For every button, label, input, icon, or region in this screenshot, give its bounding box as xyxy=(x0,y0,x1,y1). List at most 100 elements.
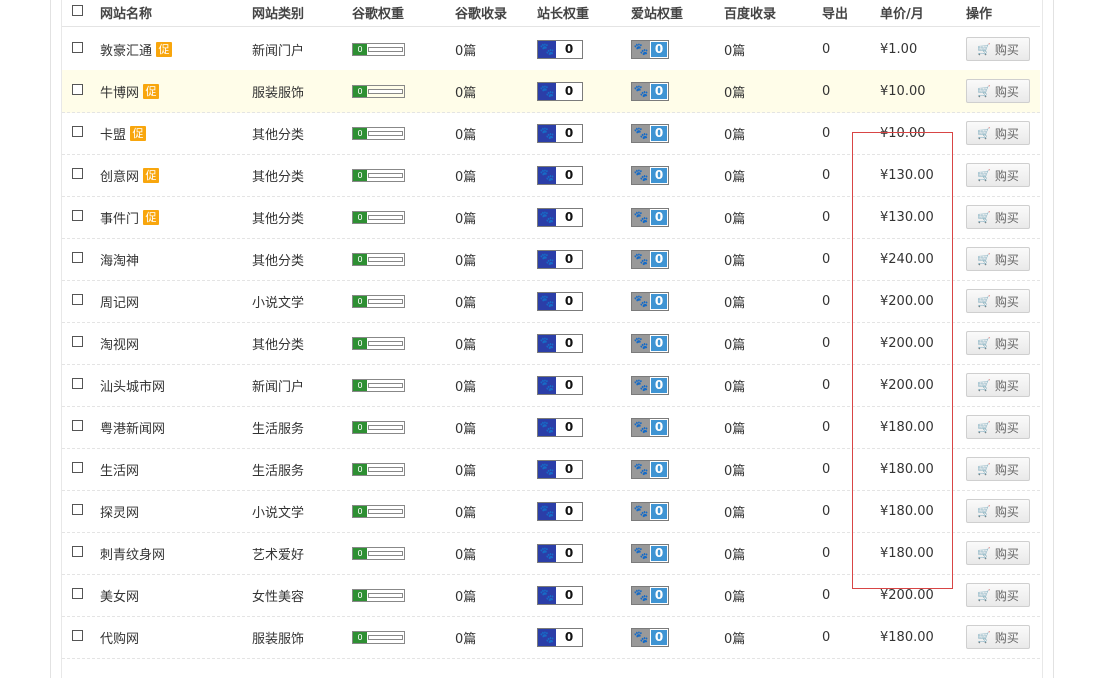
buy-button[interactable]: 🛒 购买 xyxy=(966,121,1030,145)
az-weight-badge[interactable]: 🐾 0 xyxy=(631,333,669,353)
row-select-cell[interactable] xyxy=(72,446,83,488)
zz-weight-badge[interactable]: 🐾 0 xyxy=(537,81,583,101)
select-all-cell[interactable] xyxy=(72,0,83,24)
cart-icon: 🛒 xyxy=(977,630,991,644)
az-weight-value: 0 xyxy=(650,460,668,478)
buy-button[interactable]: 🛒 购买 xyxy=(966,289,1030,313)
az-weight-badge[interactable]: 🐾 0 xyxy=(631,123,669,143)
row-checkbox[interactable] xyxy=(72,251,83,263)
row-select-cell[interactable] xyxy=(72,68,83,110)
row-checkbox[interactable] xyxy=(72,209,83,221)
buy-button[interactable]: 🛒 购买 xyxy=(966,373,1030,397)
row-select-cell[interactable] xyxy=(72,152,83,194)
buy-button[interactable]: 🛒 购买 xyxy=(966,625,1030,649)
row-checkbox[interactable] xyxy=(72,293,83,305)
row-select-cell[interactable] xyxy=(72,26,83,68)
buy-button[interactable]: 🛒 购买 xyxy=(966,163,1030,187)
az-weight-value: 0 xyxy=(650,586,668,604)
zz-weight-badge[interactable]: 🐾 0 xyxy=(537,459,583,479)
row-checkbox[interactable] xyxy=(72,167,83,179)
site-name[interactable]: 淘视网 xyxy=(100,334,139,353)
site-name[interactable]: 刺青纹身网 xyxy=(100,544,165,563)
az-weight-badge[interactable]: 🐾 0 xyxy=(631,207,669,227)
az-weight-badge[interactable]: 🐾 0 xyxy=(631,291,669,311)
row-select-cell[interactable] xyxy=(72,488,83,530)
az-weight-badge[interactable]: 🐾 0 xyxy=(631,249,669,269)
zz-weight-badge[interactable]: 🐾 0 xyxy=(537,501,583,521)
row-checkbox[interactable] xyxy=(72,587,83,599)
site-name[interactable]: 生活网 xyxy=(100,460,139,479)
buy-button[interactable]: 🛒 购买 xyxy=(966,205,1030,229)
select-all-checkbox[interactable] xyxy=(72,4,83,16)
az-weight-badge[interactable]: 🐾 0 xyxy=(631,165,669,185)
row-select-cell[interactable] xyxy=(72,572,83,614)
buy-button[interactable]: 🛒 购买 xyxy=(966,247,1030,271)
row-select-cell[interactable] xyxy=(72,278,83,320)
az-weight-badge[interactable]: 🐾 0 xyxy=(631,375,669,395)
row-select-cell[interactable] xyxy=(72,110,83,152)
site-name[interactable]: 海淘神 xyxy=(100,250,139,269)
buy-button[interactable]: 🛒 购买 xyxy=(966,331,1030,355)
row-checkbox[interactable] xyxy=(72,545,83,557)
buy-button[interactable]: 🛒 购买 xyxy=(966,457,1030,481)
zz-weight-badge[interactable]: 🐾 0 xyxy=(537,627,583,647)
row-select-cell[interactable] xyxy=(72,614,83,656)
site-name[interactable]: 汕头城市网 xyxy=(100,376,165,395)
az-weight-value: 0 xyxy=(650,418,668,436)
row-select-cell[interactable] xyxy=(72,236,83,278)
row-checkbox[interactable] xyxy=(72,83,83,95)
row-checkbox[interactable] xyxy=(72,377,83,389)
row-select-cell[interactable] xyxy=(72,404,83,446)
az-weight-badge[interactable]: 🐾 0 xyxy=(631,543,669,563)
az-weight-badge[interactable]: 🐾 0 xyxy=(631,417,669,437)
site-name[interactable]: 代购网 xyxy=(100,628,139,647)
zz-weight-badge[interactable]: 🐾 0 xyxy=(537,39,583,59)
zz-weight-badge[interactable]: 🐾 0 xyxy=(537,165,583,185)
site-name[interactable]: 粤港新闻网 xyxy=(100,418,165,437)
row-checkbox[interactable] xyxy=(72,503,83,515)
site-name[interactable]: 事件门 xyxy=(100,208,139,227)
pagerank-bar: 0 xyxy=(352,462,405,476)
buy-button[interactable]: 🛒 购买 xyxy=(966,79,1030,103)
site-name[interactable]: 牛博网 xyxy=(100,82,139,101)
row-select-cell[interactable] xyxy=(72,362,83,404)
row-select-cell[interactable] xyxy=(72,194,83,236)
row-select-cell[interactable] xyxy=(72,530,83,572)
zz-weight-badge[interactable]: 🐾 0 xyxy=(537,249,583,269)
az-weight-badge[interactable]: 🐾 0 xyxy=(631,501,669,521)
site-name[interactable]: 周记网 xyxy=(100,292,139,311)
site-name[interactable]: 探灵网 xyxy=(100,502,139,521)
buy-button[interactable]: 🛒 购买 xyxy=(966,583,1030,607)
zz-weight-badge[interactable]: 🐾 0 xyxy=(537,207,583,227)
google-pr-cell: 0 xyxy=(352,406,405,448)
row-checkbox[interactable] xyxy=(72,461,83,473)
az-weight-badge[interactable]: 🐾 0 xyxy=(631,585,669,605)
zz-weight-badge[interactable]: 🐾 0 xyxy=(537,543,583,563)
row-checkbox[interactable] xyxy=(72,335,83,347)
row-select-cell[interactable] xyxy=(72,320,83,362)
buy-button[interactable]: 🛒 购买 xyxy=(966,415,1030,439)
site-name[interactable]: 卡盟 xyxy=(100,124,126,143)
zz-weight-badge[interactable]: 🐾 0 xyxy=(537,123,583,143)
row-checkbox[interactable] xyxy=(72,41,83,53)
buy-button[interactable]: 🛒 购买 xyxy=(966,499,1030,523)
row-checkbox[interactable] xyxy=(72,629,83,641)
row-checkbox[interactable] xyxy=(72,419,83,431)
zz-weight-badge[interactable]: 🐾 0 xyxy=(537,417,583,437)
buy-button[interactable]: 🛒 购买 xyxy=(966,541,1030,565)
zz-weight-badge[interactable]: 🐾 0 xyxy=(537,585,583,605)
az-weight-badge[interactable]: 🐾 0 xyxy=(631,627,669,647)
site-name[interactable]: 创意网 xyxy=(100,166,139,185)
site-name[interactable]: 美女网 xyxy=(100,586,139,605)
row-checkbox[interactable] xyxy=(72,125,83,137)
pagerank-value: 0 xyxy=(353,295,367,307)
buy-button-label: 购买 xyxy=(994,462,1019,477)
site-name[interactable]: 敦豪汇通 xyxy=(100,40,152,59)
az-weight-badge[interactable]: 🐾 0 xyxy=(631,459,669,479)
buy-button[interactable]: 🛒 购买 xyxy=(966,37,1030,61)
zz-weight-badge[interactable]: 🐾 0 xyxy=(537,333,583,353)
zz-weight-badge[interactable]: 🐾 0 xyxy=(537,375,583,395)
az-weight-badge[interactable]: 🐾 0 xyxy=(631,39,669,59)
az-weight-badge[interactable]: 🐾 0 xyxy=(631,81,669,101)
zz-weight-badge[interactable]: 🐾 0 xyxy=(537,291,583,311)
